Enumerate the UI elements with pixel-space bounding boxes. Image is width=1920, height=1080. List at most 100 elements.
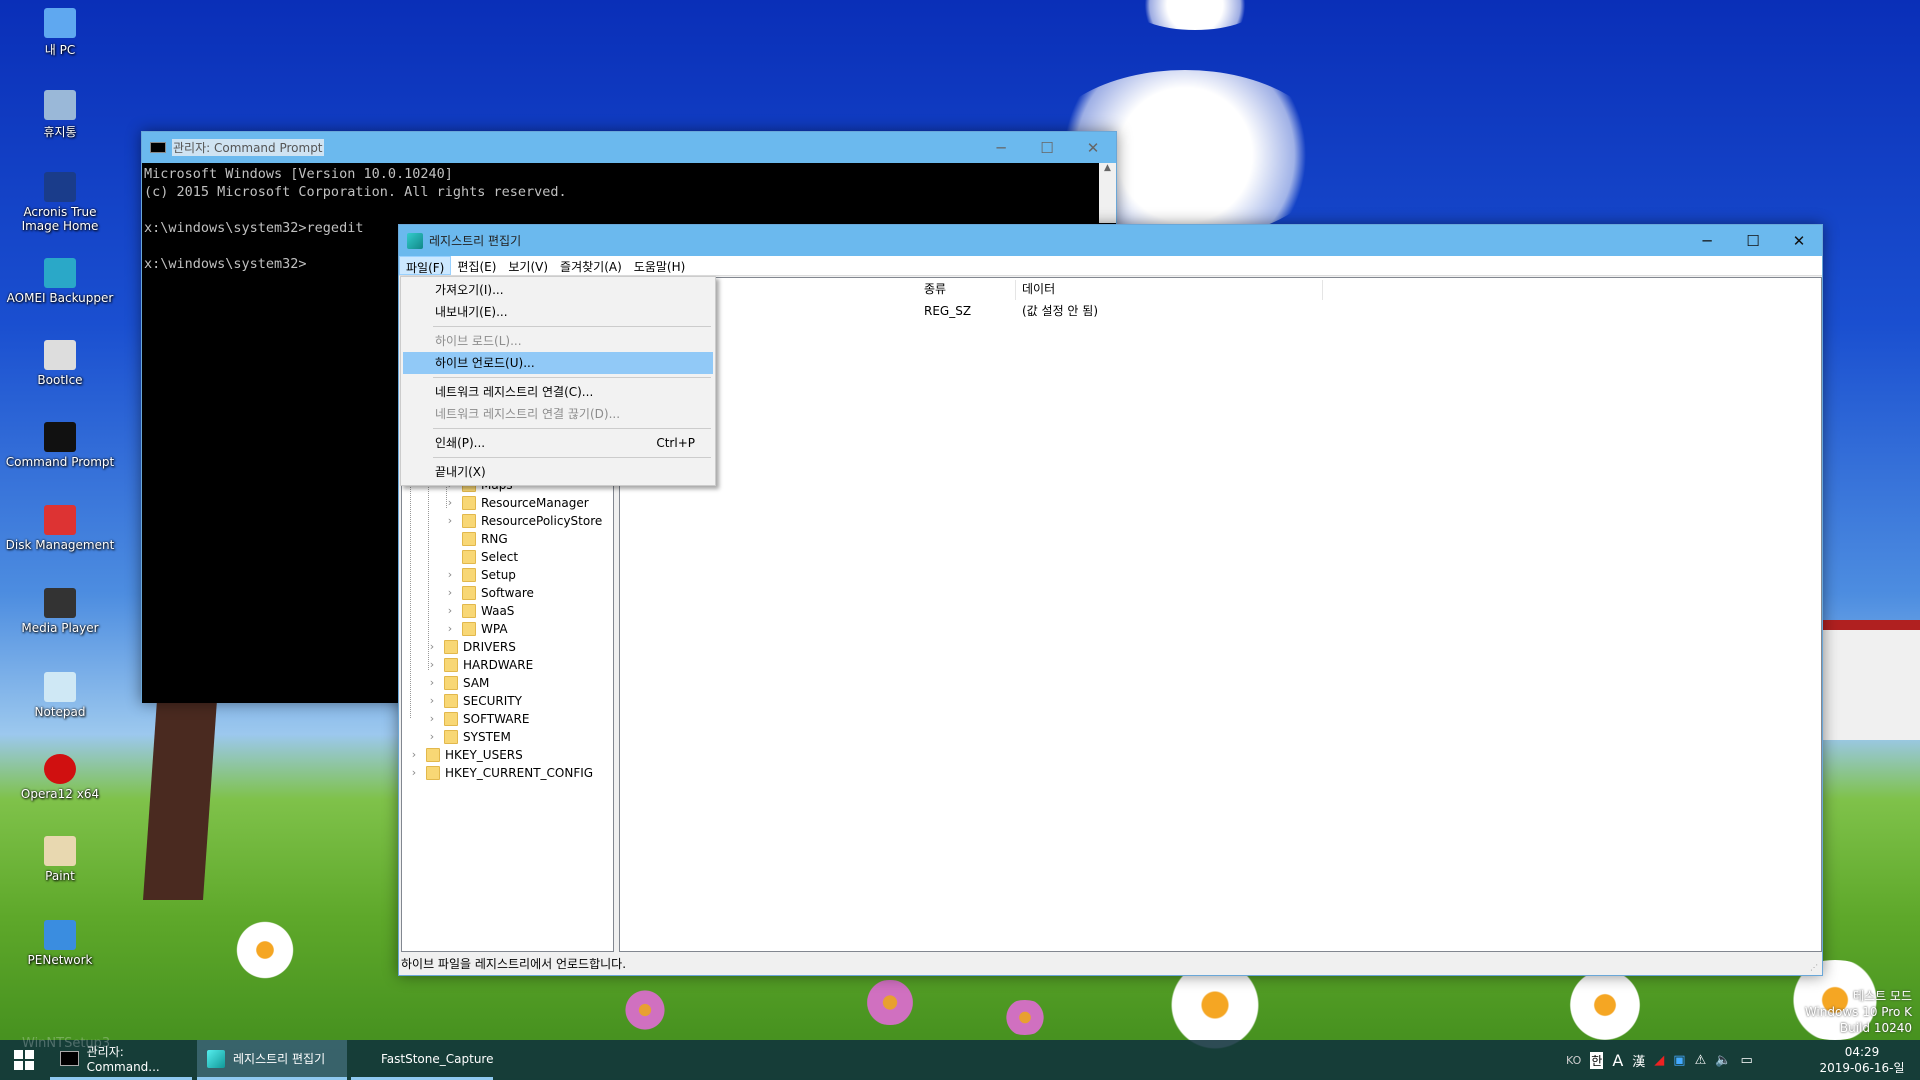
tree-node[interactable]: › SOFTWARE: [426, 710, 529, 728]
tree-node[interactable]: › Setup: [444, 566, 516, 584]
desktop-icon-label: Paint: [45, 869, 75, 883]
expand-chevron-icon[interactable]: ›: [444, 566, 456, 584]
value-list[interactable]: 종류 데이터 REG_SZ (값 설정 안 됨): [619, 277, 1822, 952]
menu-edit[interactable]: 편집(E): [451, 256, 502, 275]
minimize-button[interactable]: ─: [1684, 225, 1730, 256]
tree-node[interactable]: › HARDWARE: [426, 656, 533, 674]
tree-node[interactable]: › Software: [444, 584, 534, 602]
tree-node[interactable]: Select: [444, 548, 518, 566]
volume-icon[interactable]: 🔈: [1715, 1053, 1731, 1068]
maximize-button[interactable]: ☐: [1024, 132, 1070, 163]
expand-chevron-icon[interactable]: ›: [426, 692, 438, 710]
tree-node[interactable]: › SAM: [426, 674, 489, 692]
expand-chevron-icon[interactable]: ›: [444, 620, 456, 638]
ime-hangul-icon[interactable]: 한: [1590, 1051, 1604, 1069]
desktop-icon[interactable]: Paint: [4, 836, 116, 883]
expand-chevron-icon[interactable]: ›: [444, 494, 456, 512]
desktop-icon[interactable]: 내 PC: [4, 8, 116, 58]
close-button[interactable]: ✕: [1776, 225, 1822, 256]
menu-favorites[interactable]: 즐겨찾기(A): [554, 256, 628, 275]
column-header-data[interactable]: 데이터: [1018, 280, 1323, 300]
desktop-icon[interactable]: Acronis True Image Home: [4, 172, 116, 233]
minimize-button[interactable]: ─: [978, 132, 1024, 163]
tree-node[interactable]: › SYSTEM: [426, 728, 511, 746]
expand-chevron-icon[interactable]: ›: [408, 746, 420, 764]
acronis-icon: [44, 172, 76, 202]
expand-chevron-icon[interactable]: ›: [444, 512, 456, 530]
cmd-title-bar[interactable]: 관리자: Command Prompt ─ ☐ ✕: [142, 132, 1116, 163]
regedit-icon: [207, 1049, 225, 1068]
action-center-icon[interactable]: ▭: [1740, 1053, 1752, 1068]
expand-chevron-icon[interactable]: ›: [408, 764, 420, 782]
tree-node-label: Select: [481, 550, 519, 564]
bootice-icon: [44, 340, 76, 370]
folder-icon: [444, 694, 458, 708]
tree-node[interactable]: › ResourcePolicyStore: [444, 512, 602, 530]
taskbar-item-regedit[interactable]: 레지스트리 편집기: [197, 1040, 347, 1080]
regedit-title-bar[interactable]: 레지스트리 편집기 ─ ☐ ✕: [399, 225, 1822, 256]
tree-node[interactable]: › HKEY_CURRENT_CONFIG: [408, 764, 593, 782]
language-indicator[interactable]: KO: [1566, 1054, 1581, 1067]
desktop-icon[interactable]: BootIce: [4, 340, 116, 387]
menu-file[interactable]: 파일(F): [399, 256, 452, 275]
toolbox-icon: [44, 505, 76, 535]
tree-node[interactable]: › WPA: [444, 620, 508, 638]
tree-node[interactable]: › ResourceManager: [444, 494, 589, 512]
folder-icon: [444, 640, 458, 654]
menu-item[interactable]: 내보내기(E)...: [403, 301, 713, 323]
resize-grip[interactable]: ⋰: [1810, 963, 1820, 973]
desktop-icon[interactable]: Opera12 x64: [4, 754, 116, 801]
tree-node-label: HKEY_CURRENT_CONFIG: [445, 766, 594, 780]
menu-item[interactable]: 하이브 언로드(U)...: [403, 352, 713, 374]
expand-chevron-icon[interactable]: ›: [426, 638, 438, 656]
clock[interactable]: 04:29 2019-06-16-일: [1812, 1044, 1912, 1076]
menu-item[interactable]: 끝내기(X): [403, 461, 713, 483]
network-warning-icon[interactable]: ⚠: [1695, 1053, 1707, 1068]
scrollbar[interactable]: ▲: [1099, 163, 1116, 223]
tree-node[interactable]: RNG: [444, 530, 508, 548]
expand-chevron-icon[interactable]: ›: [444, 584, 456, 602]
folder-icon: [426, 748, 440, 762]
expand-chevron-icon[interactable]: ›: [426, 656, 438, 674]
menu-item[interactable]: 인쇄(P)... Ctrl+P: [403, 432, 713, 454]
hanja-icon[interactable]: 漢: [1632, 1051, 1645, 1070]
desktop-icon-label: BootIce: [37, 373, 83, 387]
flower: [1560, 970, 1650, 1040]
tree-node[interactable]: › HKEY_USERS: [408, 746, 523, 764]
taskbar-item-label: FastStone_Capture: [381, 1051, 494, 1066]
test-mode-watermark: 테스트 모드 Windows 10 Pro K Build 10240: [1805, 988, 1912, 1036]
menu-separator: [433, 428, 711, 429]
column-header-type[interactable]: 종류: [920, 280, 1016, 300]
value-row[interactable]: REG_SZ (값 설정 안 됨): [620, 302, 1420, 320]
menu-item: 네트워크 레지스트리 연결 끊기(D)...: [403, 403, 713, 425]
watermark-line: Build 10240: [1839, 1021, 1912, 1035]
expand-chevron-icon[interactable]: ›: [444, 602, 456, 620]
expand-chevron-icon[interactable]: ›: [426, 728, 438, 746]
desktop-icon[interactable]: Command Prompt: [4, 422, 116, 469]
tree-node-label: RNG: [481, 532, 508, 546]
menu-item-label: 하이브 로드(L)...: [435, 334, 522, 348]
close-button[interactable]: ✕: [1070, 132, 1116, 163]
tree-node[interactable]: › DRIVERS: [426, 638, 516, 656]
menu-item[interactable]: 네트워크 레지스트리 연결(C)...: [403, 381, 713, 403]
desktop-icon[interactable]: AOMEI Backupper: [4, 258, 116, 305]
app-tray-icon[interactable]: ◢: [1654, 1053, 1664, 1068]
desktop-icon[interactable]: 휴지통: [4, 90, 116, 140]
taskbar-item-faststone[interactable]: FastStone_Capture: [351, 1040, 493, 1080]
network-icon[interactable]: ▣: [1673, 1053, 1685, 1068]
value-type: REG_SZ: [924, 304, 972, 318]
expand-chevron-icon[interactable]: ›: [426, 674, 438, 692]
desktop-icon-label: Acronis True Image Home: [21, 205, 99, 233]
tree-node[interactable]: › SECURITY: [426, 692, 522, 710]
desktop-icon[interactable]: Disk Management: [4, 505, 116, 552]
expand-chevron-icon[interactable]: ›: [426, 710, 438, 728]
menu-help[interactable]: 도움말(H): [628, 256, 692, 275]
desktop-icon[interactable]: Media Player: [4, 588, 116, 635]
desktop-icon[interactable]: PENetwork: [4, 920, 116, 967]
tree-node[interactable]: › WaaS: [444, 602, 514, 620]
desktop-icon[interactable]: Notepad: [4, 672, 116, 719]
ime-mode-icon[interactable]: A: [1612, 1051, 1623, 1070]
maximize-button[interactable]: ☐: [1730, 225, 1776, 256]
menu-view[interactable]: 보기(V): [502, 256, 554, 275]
menu-item[interactable]: 가져오기(I)...: [403, 279, 713, 301]
